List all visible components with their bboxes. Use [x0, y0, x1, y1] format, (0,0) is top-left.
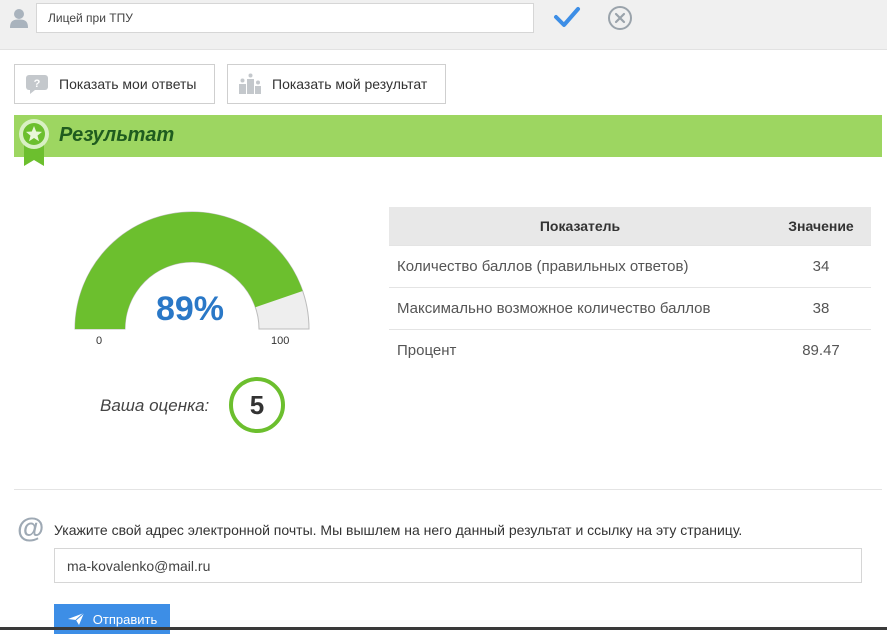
- podium-icon: [239, 73, 261, 94]
- question-bubble-icon: ?: [26, 75, 48, 94]
- row-label: Процент: [389, 329, 771, 371]
- email-hint: Укажите свой адрес электронной почты. Мы…: [54, 522, 743, 538]
- gauge-value: 89%: [155, 290, 225, 328]
- results-table: Показатель Значение Количество баллов (п…: [389, 207, 871, 371]
- user-icon: [10, 9, 28, 28]
- table-header-row: Показатель Значение: [389, 207, 871, 246]
- gauge-min-label: 0: [96, 335, 103, 347]
- table-row: Количество баллов (правильных ответов) 3…: [389, 245, 871, 288]
- score-gauge: [74, 211, 310, 330]
- table-row: Процент 89.47: [389, 329, 871, 371]
- paper-plane-icon: [67, 612, 85, 625]
- column-header-value: Значение: [771, 207, 871, 246]
- svg-text:?: ?: [34, 78, 41, 90]
- section-divider: [14, 489, 882, 490]
- show-result-label: Показать мой результат: [272, 76, 428, 92]
- row-value: 34: [771, 245, 871, 288]
- checkmark-icon[interactable]: [553, 5, 581, 29]
- award-ribbon-icon: [19, 119, 49, 166]
- send-button-label: Отправить: [92, 611, 158, 627]
- row-label: Максимально возможное количество баллов: [389, 287, 771, 330]
- at-sign-icon: @: [17, 512, 45, 543]
- show-answers-button[interactable]: ? Показать мои ответы: [14, 64, 215, 104]
- table-row: Максимально возможное количество баллов …: [389, 287, 871, 330]
- grade-badge: 5: [229, 377, 285, 433]
- email-field[interactable]: [54, 548, 862, 583]
- result-title: Результат: [59, 124, 175, 146]
- grade-label: Ваша оценка:: [100, 396, 210, 415]
- top-bar: [0, 0, 887, 50]
- grade-value: 5: [249, 389, 265, 420]
- close-circle-icon[interactable]: [607, 5, 633, 31]
- result-header: Результат: [14, 115, 882, 157]
- row-value: 38: [771, 287, 871, 330]
- show-result-button[interactable]: Показать мой результат: [227, 64, 446, 104]
- row-value: 89.47: [771, 329, 871, 371]
- gauge-max-label: 100: [271, 335, 290, 347]
- show-answers-label: Показать мои ответы: [59, 76, 197, 92]
- name-input[interactable]: [36, 3, 534, 33]
- row-label: Количество баллов (правильных ответов): [389, 245, 771, 288]
- column-header-indicator: Показатель: [389, 207, 771, 246]
